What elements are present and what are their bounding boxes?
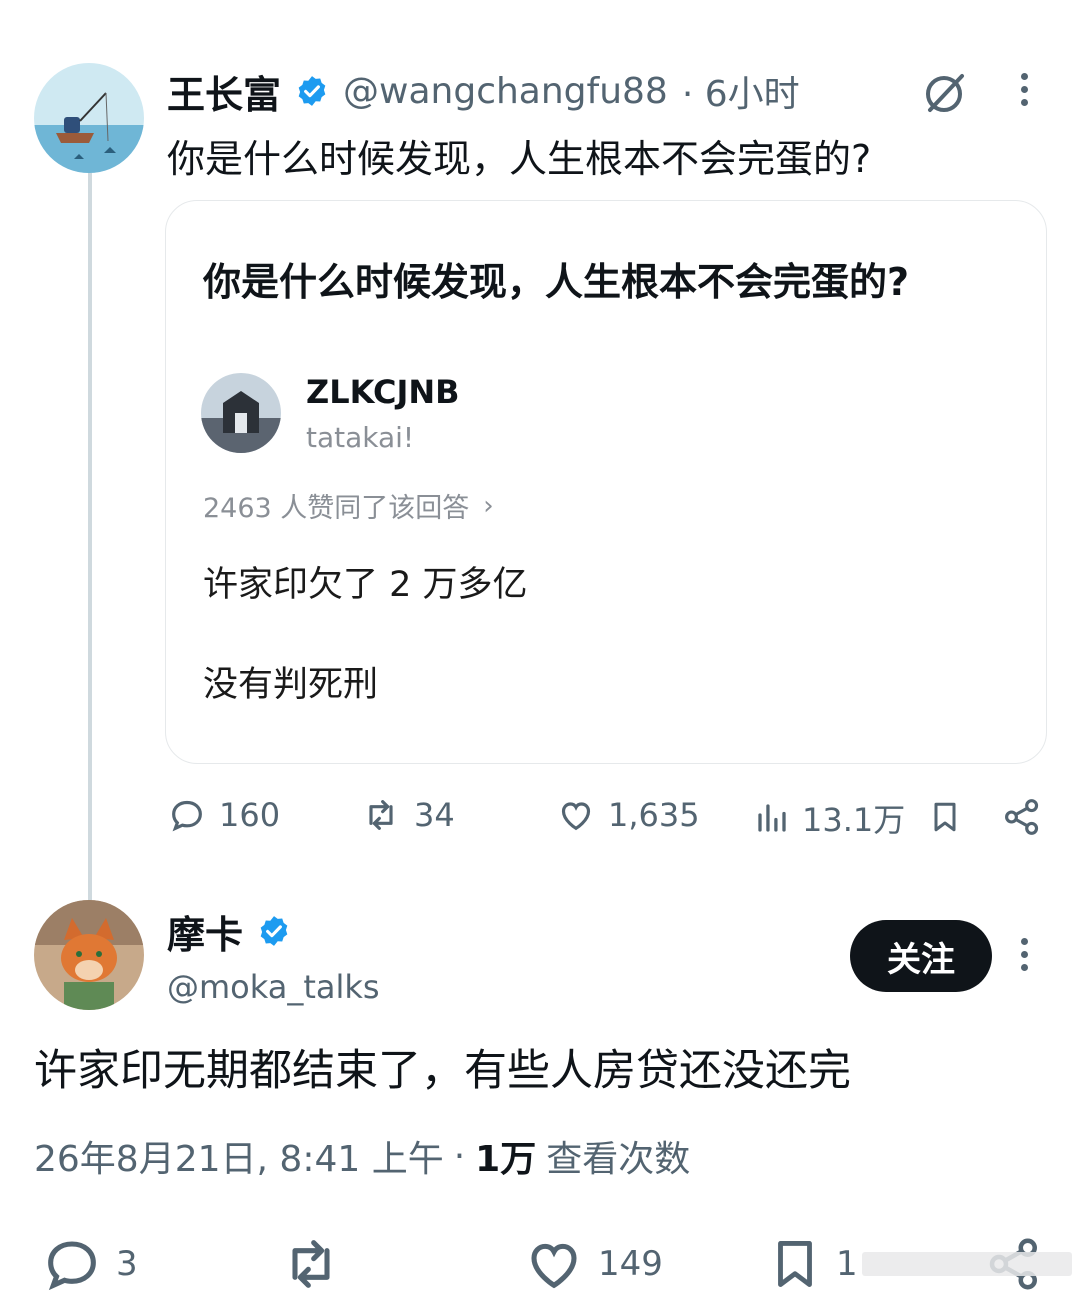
views-icon	[758, 804, 786, 832]
repost-icon	[369, 800, 393, 830]
share-icon[interactable]	[1001, 796, 1043, 842]
reply-button[interactable]: 160	[167, 795, 280, 835]
post-text: 你是什么时候发现，人生根本不会完蛋的?	[167, 137, 872, 181]
views-button[interactable]: 13.1万	[754, 795, 905, 841]
reply-count-2: 3	[116, 1244, 138, 1284]
view-count-label: 查看次数	[546, 1139, 691, 1180]
author-handle[interactable]: @wangchangfu88	[343, 71, 668, 112]
reply-timestamp[interactable]: 26年8月21日, 8:41 上午	[34, 1130, 444, 1182]
repost-button-2[interactable]	[276, 1232, 346, 1300]
bookmark-count-2: 1	[836, 1244, 858, 1284]
card-title: 你是什么时候发现，人生根本不会完蛋的?	[203, 260, 910, 304]
quoted-answer-card[interactable]: 你是什么时候发现，人生根本不会完蛋的? ZLKCJNB tatakai! 246…	[165, 200, 1047, 764]
separator-dot: ·	[453, 1135, 466, 1177]
author-name[interactable]: 王长富	[167, 64, 281, 119]
watermark-bar	[862, 1252, 1072, 1276]
like-count-2: 149	[598, 1244, 663, 1284]
answerer-avatar	[201, 373, 281, 453]
more-icon[interactable]	[1019, 938, 1029, 971]
chevron-right-icon: ›	[483, 490, 494, 521]
reply-author-handle[interactable]: @moka_talks	[167, 968, 380, 1006]
repost-count: 34	[414, 796, 455, 834]
bookmark-icon	[778, 1241, 812, 1287]
answerer-bio: tatakai!	[306, 421, 415, 454]
post-time[interactable]: · 6小时	[682, 65, 800, 117]
agree-count-text: 2463 人赞同了该回答	[203, 493, 470, 524]
reply-button-2[interactable]: 3	[40, 1232, 138, 1296]
more-icon[interactable]	[1019, 73, 1029, 106]
answer-line-1: 许家印欠了 2 万多亿	[203, 565, 528, 605]
repost-icon	[292, 1240, 330, 1288]
views-count: 13.1万	[802, 801, 906, 839]
bookmark-icon[interactable]	[927, 797, 963, 841]
like-icon	[561, 802, 591, 831]
view-count: 1万	[475, 1139, 537, 1180]
thread-line	[88, 172, 92, 902]
like-button[interactable]: 1,635	[556, 795, 700, 835]
repost-button[interactable]: 34	[360, 795, 455, 835]
verified-badge-icon	[298, 76, 326, 106]
grok-icon[interactable]	[922, 70, 968, 116]
follow-button[interactable]: 关注	[850, 920, 992, 992]
like-button-2[interactable]: 149	[522, 1232, 663, 1296]
answer-line-2: 没有判死刑	[203, 665, 379, 705]
avatar-moka[interactable]	[34, 900, 144, 1010]
bookmark-button-2[interactable]: 1	[766, 1232, 858, 1296]
verified-badge-icon	[260, 916, 288, 946]
avatar-wangchangfu[interactable]	[34, 63, 144, 173]
like-icon	[531, 1243, 577, 1289]
like-count: 1,635	[608, 796, 700, 834]
reply-author-name[interactable]: 摩卡	[167, 904, 243, 959]
answerer-name: ZLKCJNB	[306, 373, 460, 411]
reply-text: 许家印无期都结束了，有些人房贷还没还完	[34, 1046, 851, 1096]
reply-icon	[172, 800, 202, 832]
reply-icon	[48, 1241, 96, 1291]
reply-count: 160	[219, 796, 281, 834]
